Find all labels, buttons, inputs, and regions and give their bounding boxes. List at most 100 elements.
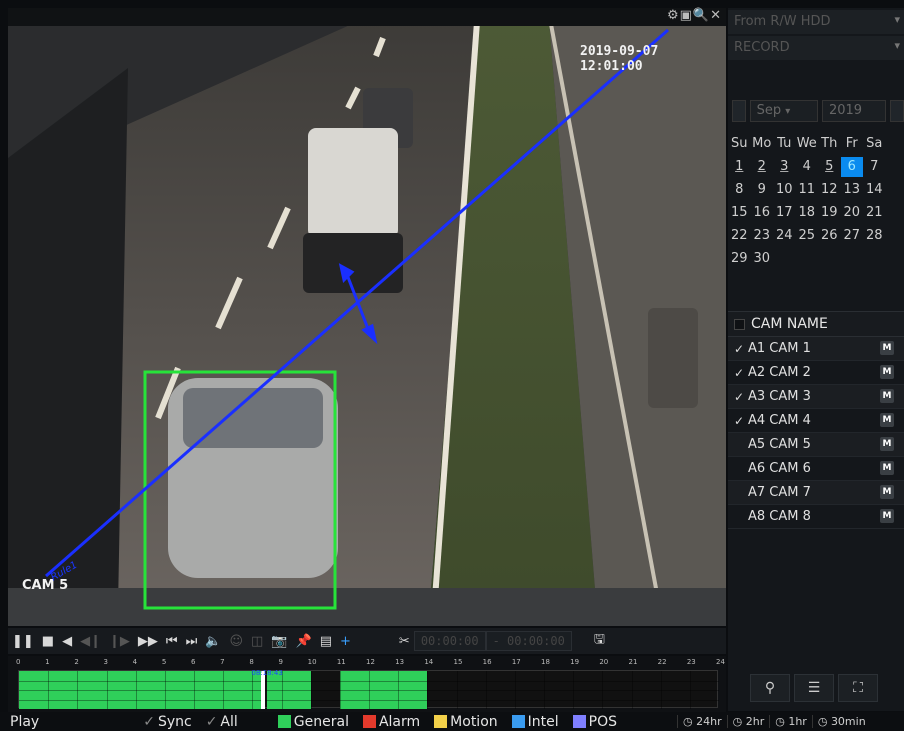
volume-icon[interactable]: 🔈	[205, 634, 221, 649]
person-icon[interactable]: ☺	[229, 634, 243, 649]
main-stream-badge[interactable]: M	[880, 341, 894, 355]
main-stream-badge[interactable]: M	[880, 485, 894, 499]
calendar-day[interactable]: 16	[751, 205, 774, 220]
zoom-24hr-button[interactable]: ◷ 24hr	[677, 715, 727, 728]
zoom-1hr-button[interactable]: ◷ 1hr	[769, 715, 812, 728]
calendar-day[interactable]: 5	[818, 159, 841, 174]
check-icon[interactable]: ✓	[734, 366, 744, 380]
motion-filter[interactable]: Motion	[434, 714, 498, 730]
save-clip-icon[interactable]: 🖫	[594, 630, 605, 652]
check-icon[interactable]: ✓	[734, 390, 744, 404]
smart-search-button[interactable]: ⚲	[750, 674, 790, 702]
pos-filter[interactable]: POS	[572, 714, 617, 730]
clip-button[interactable]: ✂	[399, 634, 410, 649]
calendar-day[interactable]: 19	[818, 205, 841, 220]
alarm-label: Alarm	[378, 713, 421, 730]
calendar-day[interactable]: 28	[863, 228, 886, 243]
calendar-day[interactable]: 29	[728, 251, 751, 266]
camera-row[interactable]: A7 CAM 7 M	[728, 481, 904, 505]
calendar-day[interactable]: 6	[840, 156, 863, 177]
calendar-day[interactable]: 8	[728, 182, 751, 197]
camera-row[interactable]: ✓ A2 CAM 2 M	[728, 361, 904, 385]
zoom-2hr-label: 2hr	[745, 715, 765, 728]
all-toggle[interactable]: ✓ All	[206, 714, 238, 730]
calendar-day[interactable]: 17	[773, 205, 796, 220]
calendar-day[interactable]: 1	[728, 159, 751, 174]
calendar-day[interactable]: 27	[841, 228, 864, 243]
calendar-day[interactable]: 22	[728, 228, 751, 243]
stop-button[interactable]: ■	[42, 634, 54, 649]
check-icon[interactable]: ✓	[734, 414, 744, 428]
clip-start-time[interactable]: 00:00:00	[413, 631, 486, 651]
source-dropdown[interactable]: From R/W HDD ▾	[728, 10, 904, 34]
camera-row[interactable]: ✓ A4 CAM 4 M	[728, 409, 904, 433]
month-select[interactable]: Sep ▾	[749, 100, 818, 122]
step-back-button[interactable]: ◀❙	[80, 634, 101, 649]
calendar-day[interactable]: 20	[841, 205, 864, 220]
camera-row[interactable]: A5 CAM 5 M	[728, 433, 904, 457]
calendar-day[interactable]: 24	[773, 228, 796, 243]
calendar-day[interactable]: 21	[863, 205, 886, 220]
calendar-day[interactable]: 26	[818, 228, 841, 243]
intel-filter[interactable]: Intel	[511, 714, 559, 730]
select-all-checkbox[interactable]	[734, 318, 745, 330]
timeline[interactable]: 0 1 2 3 4 5 6 7 8 9 10 11 12 13 14 15 16 17 18 19 20 21 22 23 24…	[8, 656, 726, 712]
calendar-day[interactable]: 25	[796, 228, 819, 243]
next-record-button[interactable]: ⏭	[186, 634, 198, 649]
main-stream-badge[interactable]: M	[880, 389, 894, 403]
main-stream-badge[interactable]: M	[880, 365, 894, 379]
calendar-day[interactable]: 15	[728, 205, 751, 220]
sync-toggle[interactable]: ✓ Sync	[143, 714, 191, 730]
calendar-day[interactable]: 12	[818, 182, 841, 197]
calendar-day[interactable]: 10	[773, 182, 796, 197]
camera-row[interactable]: ✓ A3 CAM 3 M	[728, 385, 904, 409]
calendar-day[interactable]: 9	[751, 182, 774, 197]
mode-dropdown[interactable]: RECORD ▾	[728, 36, 904, 60]
main-stream-badge[interactable]: M	[880, 413, 894, 427]
calendar-day[interactable]: 7	[863, 159, 886, 174]
calendar-day[interactable]: 13	[841, 182, 864, 197]
calendar-day[interactable]: 30	[751, 251, 774, 266]
zoom-icon[interactable]: 🔍	[693, 8, 710, 23]
slow-button[interactable]: ▶▶	[138, 634, 158, 649]
close-icon[interactable]: ✕	[710, 8, 722, 23]
step-forward-button[interactable]: ❙▶	[109, 634, 130, 649]
chevron-down-icon: ▾	[894, 13, 900, 26]
face-icon[interactable]: ◫	[251, 634, 263, 649]
camera-row[interactable]: ✓ A1 CAM 1 M	[728, 337, 904, 361]
general-filter[interactable]: General	[277, 714, 349, 730]
camera-snapshot-icon[interactable]: 📷	[271, 634, 287, 649]
prev-record-button[interactable]: ⏮	[166, 634, 178, 649]
check-icon[interactable]: ✓	[734, 342, 744, 356]
main-stream-badge[interactable]: M	[880, 461, 894, 475]
reverse-play-button[interactable]: ◀	[62, 634, 72, 649]
alarm-filter[interactable]: Alarm	[362, 713, 421, 730]
next-month-button[interactable]	[890, 100, 904, 122]
pause-button[interactable]: ❚❚	[12, 634, 34, 649]
calendar-day[interactable]: 2	[751, 159, 774, 174]
camera-row[interactable]: A6 CAM 6 M	[728, 457, 904, 481]
calendar-day[interactable]: 18	[796, 205, 819, 220]
calendar-day[interactable]: 14	[863, 182, 886, 197]
calendar-day[interactable]: 3	[773, 159, 796, 174]
clip-end-time[interactable]: - 00:00:00	[485, 631, 572, 651]
video-view[interactable]: 2019-09-07 12:01:00 CAM 5 Rule1	[8, 8, 726, 626]
zoom-2hr-button[interactable]: ◷ 2hr	[726, 715, 770, 728]
settings-icon[interactable]: ⚙	[667, 8, 680, 23]
calendar-day[interactable]: 4	[796, 159, 819, 174]
main-stream-badge[interactable]: M	[880, 509, 894, 523]
year-select[interactable]: 2019	[821, 100, 887, 122]
prev-month-button[interactable]	[732, 100, 746, 122]
smart-icon[interactable]: ▤	[320, 634, 332, 649]
main-stream-badge[interactable]: M	[880, 437, 894, 451]
add-tag-icon[interactable]: +	[340, 634, 351, 649]
snapshot-icon[interactable]: ▣	[680, 8, 693, 23]
camera-row[interactable]: A8 CAM 8 M	[728, 505, 904, 529]
calendar-day[interactable]: 23	[751, 228, 774, 243]
zoom-30min-button[interactable]: ◷ 30min	[811, 715, 871, 728]
calendar-day[interactable]: 11	[796, 182, 819, 197]
timeline-track[interactable]: 08:18:43	[18, 669, 719, 709]
file-list-button[interactable]: ☰	[794, 674, 834, 702]
pin-icon[interactable]: 📌	[296, 634, 312, 649]
fullscreen-button[interactable]: ⛶	[838, 674, 878, 702]
